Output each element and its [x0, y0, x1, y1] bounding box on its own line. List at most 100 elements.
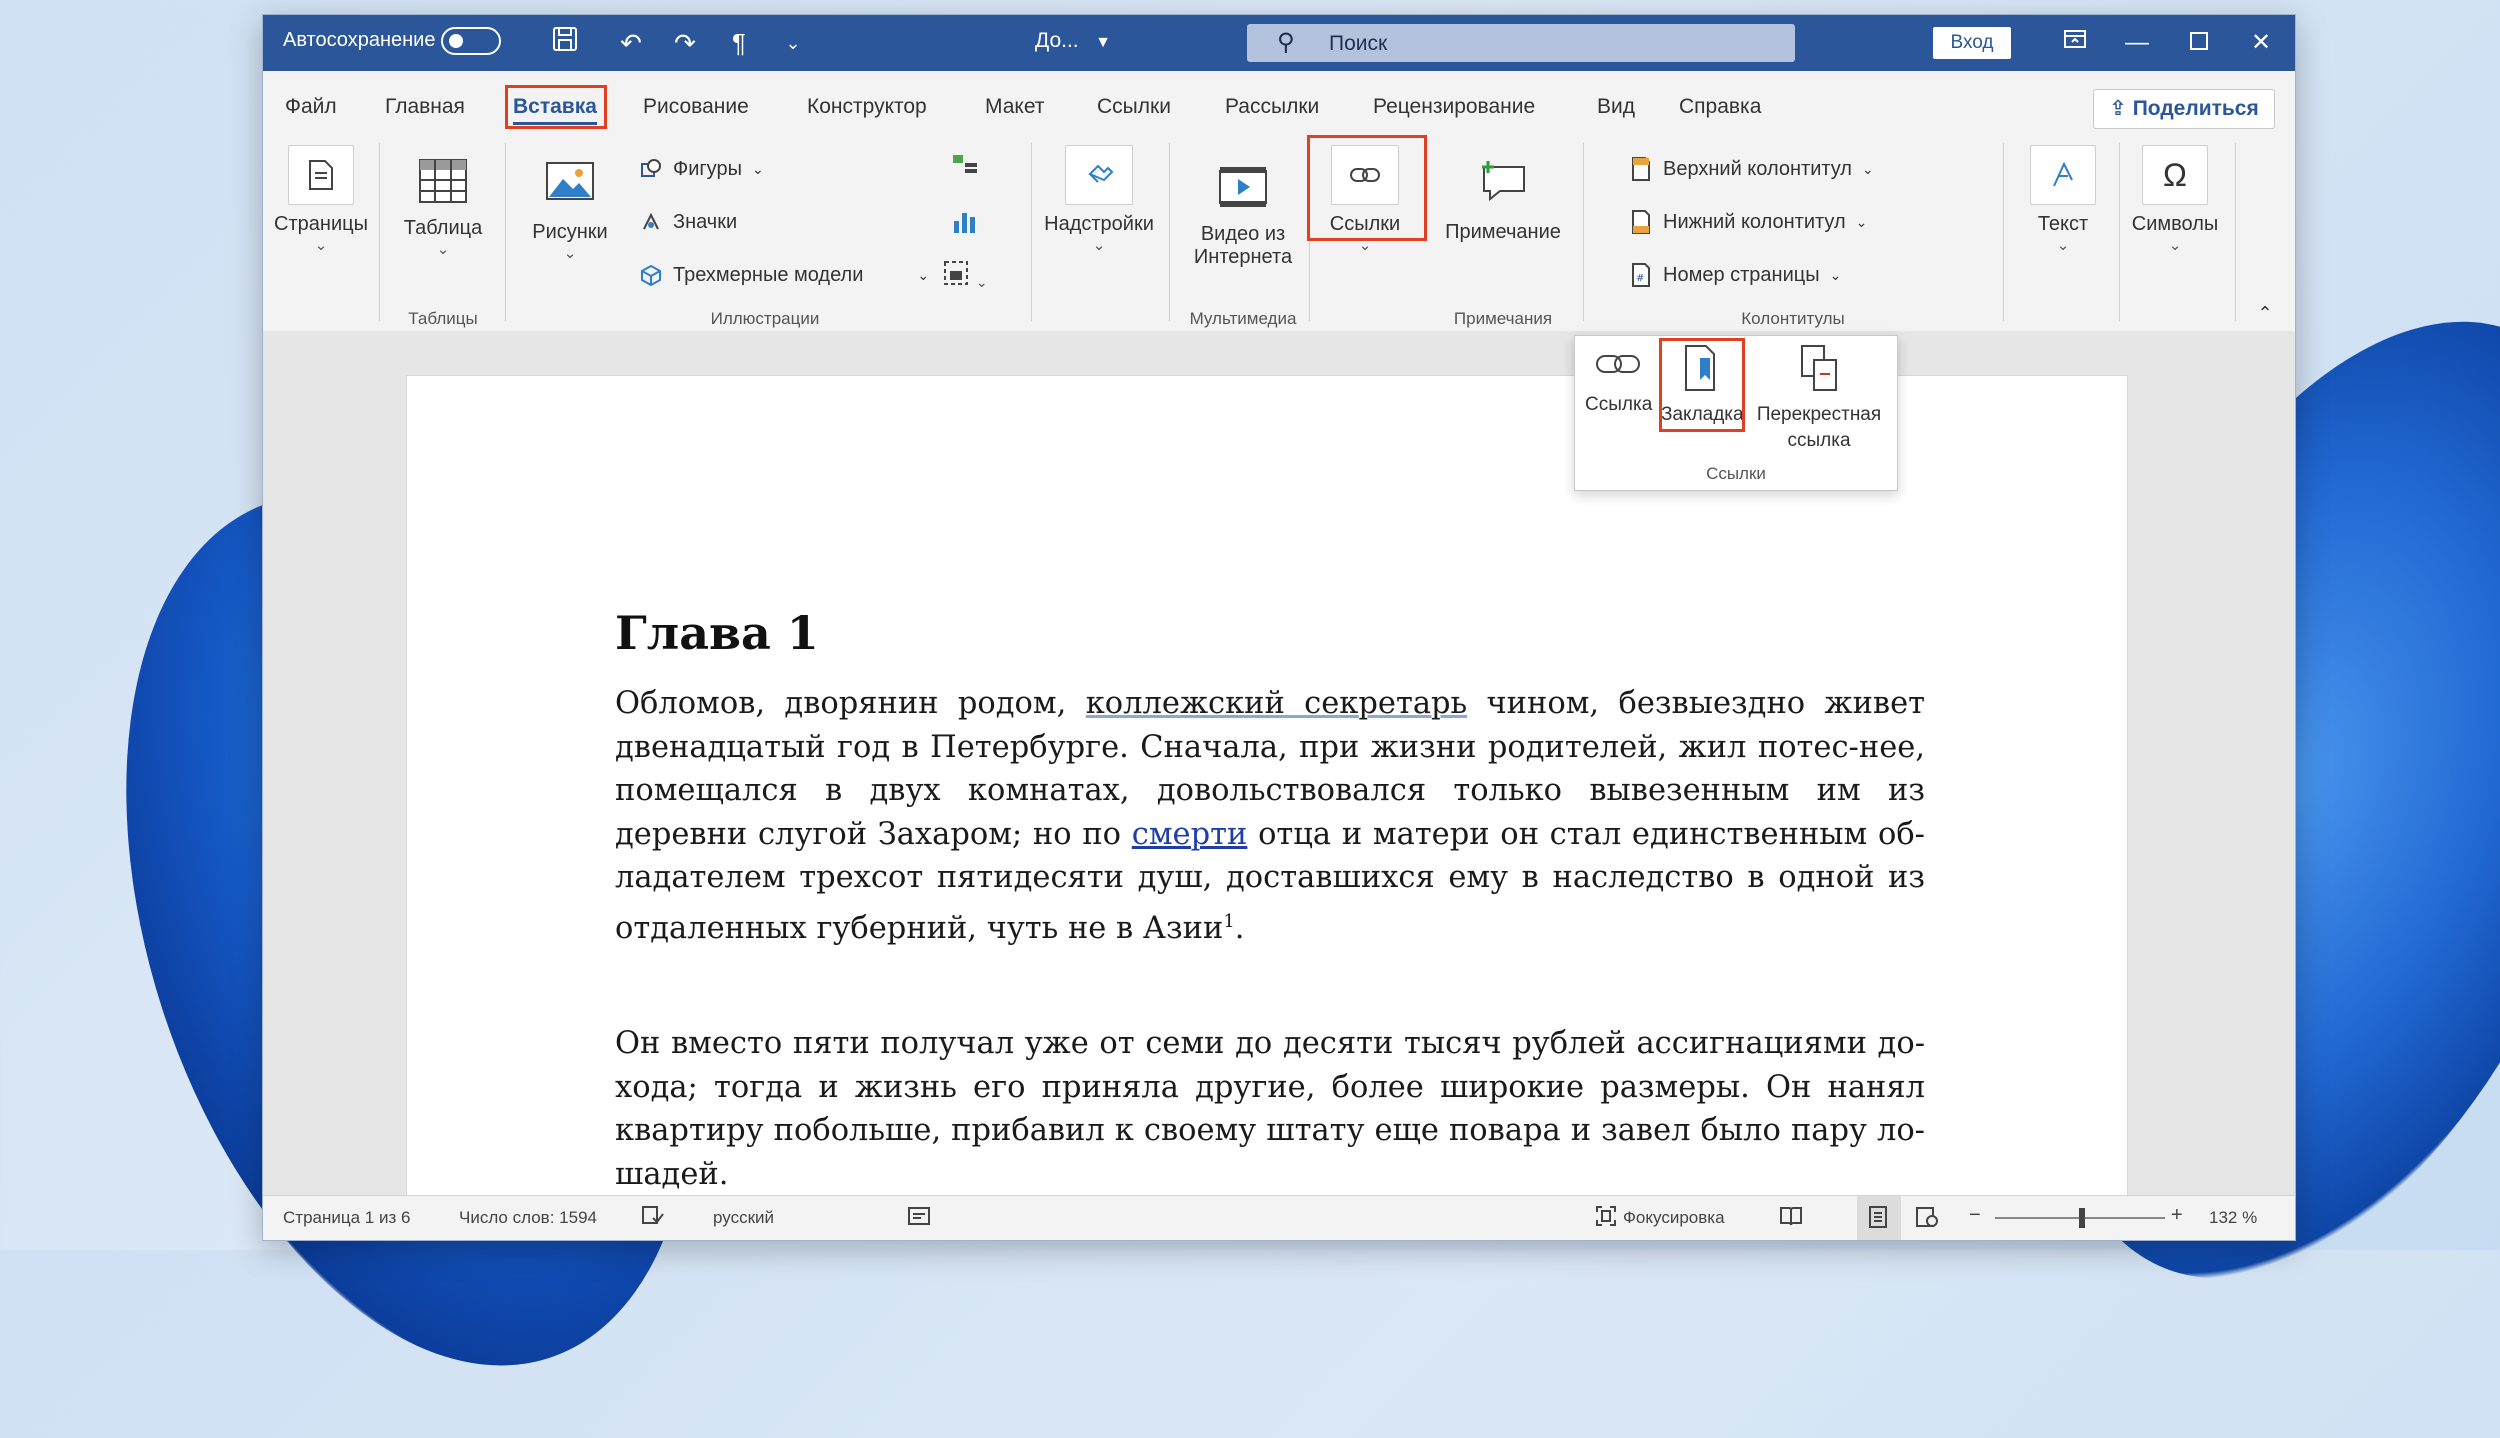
focus-icon[interactable] — [1595, 1205, 1617, 1232]
chevron-down-icon: ⌄ — [1861, 160, 1874, 177]
media-group-label: Мультимедиа — [1189, 309, 1297, 328]
tab-review[interactable]: Рецензирование — [1373, 95, 1535, 119]
insert-tab-highlight — [505, 85, 607, 129]
chapter-heading: Глава 1 — [615, 606, 819, 660]
maximize-icon[interactable] — [2179, 25, 2219, 61]
search-placeholder: Поиск — [1329, 32, 1388, 55]
links-dropdown-group-label: Ссылки — [1706, 464, 1766, 483]
video-icon — [1211, 157, 1275, 217]
autosave-toggle[interactable] — [441, 27, 501, 55]
zoom-in-icon[interactable]: + — [2171, 1204, 2183, 1227]
cross-reference-label-1: Перекрестная — [1756, 404, 1882, 425]
pages-button[interactable]: Страницы ⌄ — [273, 145, 369, 254]
omega-icon: Ω — [2142, 145, 2208, 205]
ribbon-separator — [1169, 143, 1170, 321]
smartart-button[interactable] — [943, 153, 987, 183]
shapes-icon — [639, 157, 663, 181]
web-layout-icon[interactable] — [1915, 1205, 1939, 1234]
status-bar: Страница 1 из 6 Число слов: 1594 русский… — [263, 1195, 2295, 1240]
close-icon[interactable]: ✕ — [2241, 25, 2281, 61]
footnote-marker[interactable]: 1 — [1223, 911, 1234, 932]
text-button[interactable]: Текст ⌄ — [2015, 145, 2111, 254]
zoom-level[interactable]: 132 % — [2209, 1208, 2257, 1228]
picture-icon — [538, 151, 602, 211]
3d-models-button[interactable]: Трехмерные модели ⌄ — [639, 263, 929, 287]
word-count[interactable]: Число слов: 1594 — [459, 1208, 597, 1228]
zoom-slider-thumb[interactable] — [2079, 1208, 2085, 1228]
hyperlink[interactable]: смерти — [1132, 817, 1248, 852]
screenshot-button[interactable]: ⌄ — [935, 259, 995, 293]
undo-icon[interactable]: ↶ — [613, 25, 649, 61]
addins-button[interactable]: Надстройки ⌄ — [1039, 145, 1159, 254]
customize-toolbar-icon[interactable]: ⌄ — [775, 25, 811, 61]
redo-icon[interactable]: ↷ — [667, 25, 703, 61]
icons-button[interactable]: Значки — [639, 210, 737, 234]
addins-icon — [1065, 145, 1133, 205]
paragraph-2: Он вместо пяти получал уже от семи до де… — [615, 1026, 1925, 1192]
header-button[interactable]: Верхний колонтитул ⌄ — [1629, 157, 1874, 181]
shapes-label: Фигуры — [673, 157, 742, 180]
chevron-down-icon: ⌄ — [2168, 237, 2182, 254]
collapse-ribbon-icon[interactable]: ⌃ — [2253, 303, 2277, 324]
document-name[interactable]: До... — [1035, 29, 1079, 53]
save-icon[interactable] — [547, 25, 583, 61]
accessibility-icon[interactable] — [907, 1206, 931, 1233]
pictures-button[interactable]: Рисунки ⌄ — [525, 151, 615, 262]
insert-link-option[interactable]: Ссылка — [1585, 344, 1652, 418]
chevron-down-icon: ⌄ — [975, 274, 988, 290]
document-page[interactable]: Глава 1 Обломов, дворянин родом, коллежс… — [406, 375, 2128, 1207]
tab-layout[interactable]: Макет — [985, 95, 1044, 119]
share-label: Поделиться — [2132, 97, 2259, 120]
tab-mailings[interactable]: Рассылки — [1225, 95, 1319, 119]
proofing-icon[interactable] — [641, 1204, 665, 1234]
tab-help[interactable]: Справка — [1679, 95, 1761, 119]
online-video-label-2: Интернета — [1193, 246, 1293, 268]
page-info[interactable]: Страница 1 из 6 — [283, 1208, 410, 1228]
language[interactable]: русский — [713, 1208, 774, 1228]
chevron-down-icon: ⌄ — [563, 245, 577, 262]
login-button[interactable]: Вход — [1933, 27, 2011, 59]
doc-name-chevron-icon[interactable]: ▼ — [1085, 25, 1121, 61]
smartart-icon — [953, 155, 977, 173]
symbols-button[interactable]: Ω Символы ⌄ — [2125, 145, 2225, 254]
comment-icon — [1471, 151, 1535, 211]
comment-button[interactable]: Примечание — [1433, 151, 1573, 244]
comment-label: Примечание — [1445, 221, 1561, 243]
chart-button[interactable] — [943, 207, 987, 241]
tab-references[interactable]: Ссылки — [1097, 95, 1171, 119]
chevron-down-icon: ⌄ — [917, 266, 930, 283]
search-box[interactable]: ⚲ Поиск — [1247, 24, 1795, 62]
online-video-button[interactable]: Видео из Интернета — [1181, 157, 1305, 269]
chevron-down-icon: ⌄ — [751, 160, 764, 177]
cross-reference-option[interactable]: Перекрестная ссылка — [1751, 344, 1887, 454]
chevron-down-icon: ⌄ — [436, 241, 450, 258]
footer-button[interactable]: Нижний колонтитул ⌄ — [1629, 210, 1867, 234]
pilcrow-icon[interactable]: ¶ — [721, 25, 757, 61]
chevron-down-icon: ⌄ — [2056, 237, 2070, 254]
cross-reference-icon — [1801, 345, 1837, 391]
cross-reference-label-2: ссылка — [1787, 430, 1851, 451]
tab-design[interactable]: Конструктор — [807, 95, 927, 119]
tab-draw[interactable]: Рисование — [643, 95, 749, 119]
shapes-button[interactable]: Фигуры ⌄ — [639, 157, 764, 181]
share-button[interactable]: ⇪ Поделиться — [2093, 89, 2275, 129]
icons-icon — [639, 210, 663, 234]
links-button-highlight — [1307, 135, 1427, 241]
minimize-icon[interactable]: — — [2117, 25, 2157, 61]
read-mode-icon[interactable] — [1779, 1205, 1803, 1232]
page-number-button[interactable]: # Номер страницы ⌄ — [1629, 263, 1841, 287]
tab-view[interactable]: Вид — [1597, 95, 1635, 119]
link-icon — [1596, 355, 1640, 373]
share-icon: ⇪ — [2109, 97, 2127, 120]
table-button[interactable]: Таблица ⌄ — [391, 151, 495, 258]
title-bar: Автосохранение ↶ ↷ ¶ ⌄ До... ▼ ⚲ Поиск В… — [263, 15, 2295, 71]
focus-mode-button[interactable]: Фокусировка — [1623, 1208, 1725, 1228]
tab-file[interactable]: Файл — [285, 95, 337, 119]
zoom-out-icon[interactable]: − — [1969, 1204, 1981, 1227]
symbols-label: Символы — [2131, 213, 2219, 235]
print-layout-icon[interactable] — [1867, 1205, 1889, 1234]
tab-home[interactable]: Главная — [385, 95, 465, 119]
chevron-down-icon: ⌄ — [1829, 266, 1842, 283]
ribbon-display-icon[interactable] — [2055, 25, 2095, 61]
footer-icon — [1629, 210, 1653, 234]
